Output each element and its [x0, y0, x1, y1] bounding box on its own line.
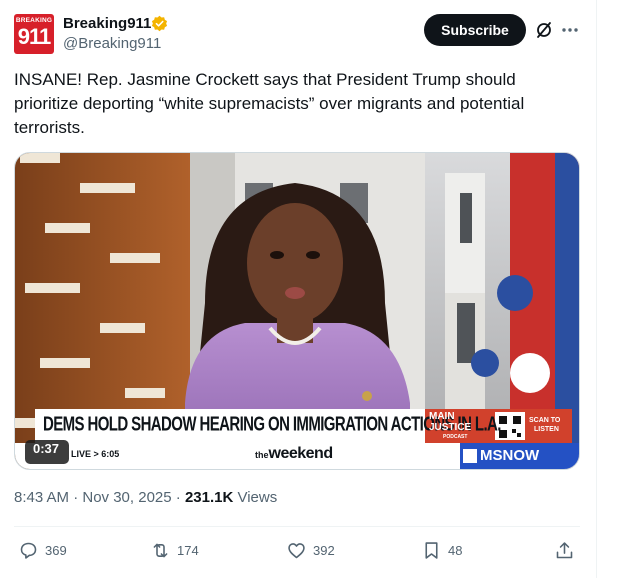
share-button[interactable] — [554, 538, 581, 562]
display-name[interactable]: Breaking911 — [63, 15, 151, 32]
verified-badge-icon — [151, 15, 168, 32]
repost-button[interactable]: 174 — [150, 538, 199, 562]
avatar-small-text: BREAKING — [15, 17, 53, 24]
grok-icon[interactable] — [534, 20, 554, 40]
video-player[interactable]: DEMS HOLD SHADOW HEARING ON IMMIGRATION … — [14, 152, 580, 470]
avatar-big-text: 911 — [17, 24, 52, 49]
like-icon — [288, 542, 305, 558]
like-button[interactable]: 392 — [286, 538, 335, 562]
podcast-title-1: MAIN — [429, 411, 455, 422]
avatar[interactable]: BREAKING 911 — [14, 14, 54, 54]
tweet-text: INSANE! Rep. Jasmine Crockett says that … — [14, 70, 525, 137]
like-count: 392 — [313, 542, 335, 558]
show-logo-text: weekend — [268, 445, 334, 462]
network-mark-icon — [463, 448, 477, 463]
bookmark-count: 48 — [448, 542, 463, 558]
bookmark-icon — [425, 541, 438, 559]
tweet-meta: 8:43 AM · Nov 30, 2025 · 231.1K Views — [14, 489, 277, 506]
podcast-sub: PODCAST — [443, 434, 468, 440]
reply-button[interactable]: 369 — [18, 538, 67, 562]
reply-icon — [20, 542, 37, 559]
column-border — [596, 0, 597, 578]
show-logo-prefix: the — [255, 450, 269, 460]
timestamp[interactable]: 8:43 AM · Nov 30, 2025 · — [14, 489, 185, 506]
live-indicator: LIVE > 6:05 — [71, 449, 120, 459]
reply-count: 369 — [45, 542, 67, 558]
scan-label-2: LISTEN — [534, 426, 559, 433]
repost-icon — [153, 543, 168, 557]
bookmark-button[interactable]: 48 — [421, 538, 462, 562]
network-logo: MSNOW — [463, 447, 539, 464]
duration-badge: 0:37 — [33, 441, 60, 456]
scan-label-1: SCAN TO — [529, 417, 561, 424]
handle[interactable]: @Breaking911 — [63, 35, 161, 52]
more-icon[interactable] — [560, 20, 580, 40]
divider — [14, 526, 580, 527]
show-logo: theweekend — [255, 445, 333, 463]
share-icon — [556, 541, 573, 558]
network-name: MSNOW — [480, 447, 540, 464]
repost-count: 174 — [177, 542, 199, 558]
views-count: 231.1K — [184, 489, 234, 506]
live-time: 6:05 — [101, 449, 120, 459]
chyron-text: DEMS HOLD SHADOW HEARING ON IMMIGRATION … — [43, 413, 501, 436]
subscribe-button[interactable]: Subscribe — [424, 14, 526, 46]
live-label: LIVE — [71, 449, 92, 459]
views-label: Views — [233, 489, 278, 506]
podcast-title-2: JUSTICE — [429, 422, 472, 433]
